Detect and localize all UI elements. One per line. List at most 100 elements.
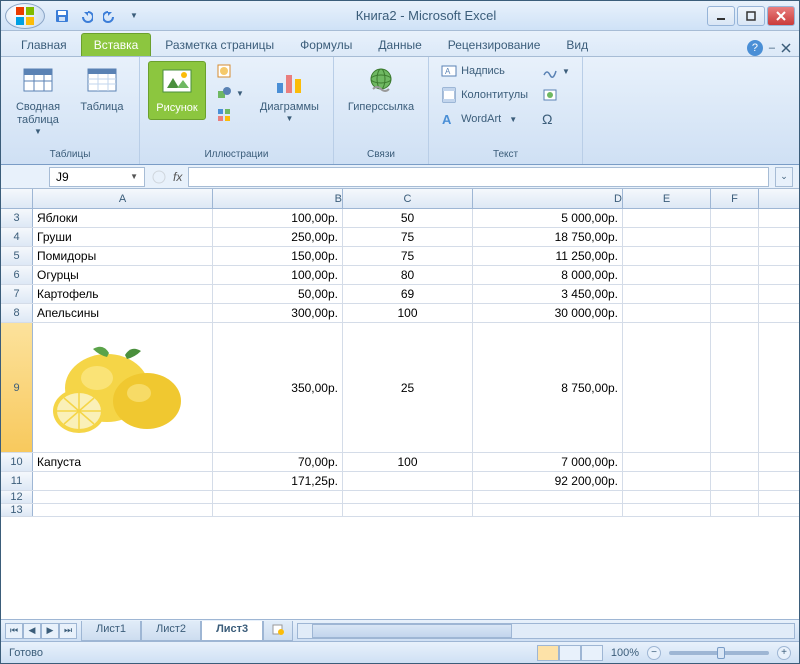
- row-header[interactable]: 11: [1, 472, 33, 490]
- sheet-tab-new[interactable]: [263, 621, 293, 641]
- row-header[interactable]: 13: [1, 504, 33, 516]
- cell[interactable]: 3 450,00р.: [473, 285, 623, 303]
- maximize-button[interactable]: [737, 6, 765, 26]
- cell[interactable]: [473, 504, 623, 516]
- cell[interactable]: 350,00р.: [213, 323, 343, 452]
- tab-view[interactable]: Вид: [554, 34, 600, 56]
- undo-button[interactable]: [75, 5, 97, 27]
- cell[interactable]: 5 000,00р.: [473, 209, 623, 227]
- view-layout[interactable]: [559, 645, 581, 661]
- cell[interactable]: [623, 247, 711, 265]
- col-header-D[interactable]: D: [473, 189, 623, 208]
- office-button[interactable]: [5, 3, 45, 29]
- ribbon-minimize[interactable]: –: [769, 42, 775, 54]
- cell[interactable]: 75: [343, 228, 473, 246]
- cell[interactable]: [711, 304, 759, 322]
- tab-layout[interactable]: Разметка страницы: [153, 34, 286, 56]
- lemon-image[interactable]: [37, 333, 197, 443]
- cell[interactable]: 80: [343, 266, 473, 284]
- select-all-corner[interactable]: [1, 189, 33, 208]
- cell[interactable]: [33, 504, 213, 516]
- formula-input[interactable]: [188, 167, 769, 187]
- cell[interactable]: [33, 491, 213, 503]
- textbox-button[interactable]: AНадпись: [437, 61, 532, 81]
- zoom-slider[interactable]: [669, 651, 769, 655]
- minimize-button[interactable]: [707, 6, 735, 26]
- cell[interactable]: [213, 504, 343, 516]
- picture-button[interactable]: Рисунок: [148, 61, 206, 120]
- save-button[interactable]: [51, 5, 73, 27]
- cell[interactable]: [711, 266, 759, 284]
- cell[interactable]: [473, 491, 623, 503]
- headerfooter-button[interactable]: Колонтитулы: [437, 85, 532, 105]
- cell[interactable]: [623, 453, 711, 471]
- cell[interactable]: [623, 472, 711, 490]
- cell[interactable]: [711, 491, 759, 503]
- symbol-button[interactable]: Ω: [538, 109, 574, 129]
- cancel-icon[interactable]: [151, 169, 167, 185]
- sheet-tab-3[interactable]: Лист3: [201, 621, 263, 641]
- cell[interactable]: 150,00р.: [213, 247, 343, 265]
- cell[interactable]: [343, 491, 473, 503]
- pivot-table-button[interactable]: Сводная таблица▼: [9, 61, 67, 140]
- cell[interactable]: 171,25р.: [213, 472, 343, 490]
- cell[interactable]: 100: [343, 304, 473, 322]
- cell[interactable]: 8 750,00р.: [473, 323, 623, 452]
- cell[interactable]: Картофель: [33, 285, 213, 303]
- row-header[interactable]: 5: [1, 247, 33, 265]
- cell[interactable]: 18 750,00р.: [473, 228, 623, 246]
- signature-button[interactable]: ▼: [538, 61, 574, 81]
- cell[interactable]: 100,00р.: [213, 266, 343, 284]
- fx-label[interactable]: fx: [173, 170, 182, 184]
- name-box[interactable]: J9 ▼: [49, 167, 145, 187]
- sheet-nav-prev[interactable]: ◀: [23, 623, 41, 639]
- redo-button[interactable]: [99, 5, 121, 27]
- cell[interactable]: Капуста: [33, 453, 213, 471]
- cell[interactable]: [711, 323, 759, 452]
- cell[interactable]: 8 000,00р.: [473, 266, 623, 284]
- sheet-tab-1[interactable]: Лист1: [81, 621, 141, 641]
- col-header-A[interactable]: A: [33, 189, 213, 208]
- cell[interactable]: [343, 472, 473, 490]
- cell[interactable]: [711, 247, 759, 265]
- formula-expand[interactable]: ⌄: [775, 167, 793, 187]
- tab-review[interactable]: Рецензирование: [436, 34, 553, 56]
- horizontal-scrollbar[interactable]: [297, 623, 795, 639]
- tab-data[interactable]: Данные: [366, 34, 433, 56]
- zoom-in[interactable]: +: [777, 646, 791, 660]
- cell[interactable]: 75: [343, 247, 473, 265]
- cell[interactable]: 50: [343, 209, 473, 227]
- cell[interactable]: 30 000,00р.: [473, 304, 623, 322]
- row-header[interactable]: 12: [1, 491, 33, 503]
- grid-body[interactable]: 3Яблоки100,00р.505 000,00р.4Груши250,00р…: [1, 209, 799, 619]
- col-header-F[interactable]: F: [711, 189, 759, 208]
- tab-home[interactable]: Главная: [9, 34, 79, 56]
- tab-formulas[interactable]: Формулы: [288, 34, 364, 56]
- hyperlink-button[interactable]: Гиперссылка: [342, 61, 420, 118]
- cell[interactable]: [623, 504, 711, 516]
- cell[interactable]: Яблоки: [33, 209, 213, 227]
- cell[interactable]: 25: [343, 323, 473, 452]
- cell[interactable]: 250,00р.: [213, 228, 343, 246]
- shapes-button[interactable]: ▼: [212, 83, 248, 103]
- cell[interactable]: Груши: [33, 228, 213, 246]
- cell[interactable]: [711, 504, 759, 516]
- cell[interactable]: 50,00р.: [213, 285, 343, 303]
- cell[interactable]: [711, 285, 759, 303]
- col-header-B[interactable]: B: [213, 189, 343, 208]
- row-header[interactable]: 6: [1, 266, 33, 284]
- cell[interactable]: 7 000,00р.: [473, 453, 623, 471]
- row-header[interactable]: 10: [1, 453, 33, 471]
- cell[interactable]: 100,00р.: [213, 209, 343, 227]
- cell[interactable]: [711, 453, 759, 471]
- zoom-level[interactable]: 100%: [611, 647, 639, 659]
- cell[interactable]: [623, 304, 711, 322]
- cell[interactable]: [711, 228, 759, 246]
- wordart-button[interactable]: AWordArt▼: [437, 109, 532, 129]
- cell[interactable]: 300,00р.: [213, 304, 343, 322]
- cell[interactable]: [623, 228, 711, 246]
- tab-insert[interactable]: Вставка: [81, 33, 152, 56]
- cell[interactable]: 69: [343, 285, 473, 303]
- cell[interactable]: [33, 472, 213, 490]
- sheet-nav-next[interactable]: ▶: [41, 623, 59, 639]
